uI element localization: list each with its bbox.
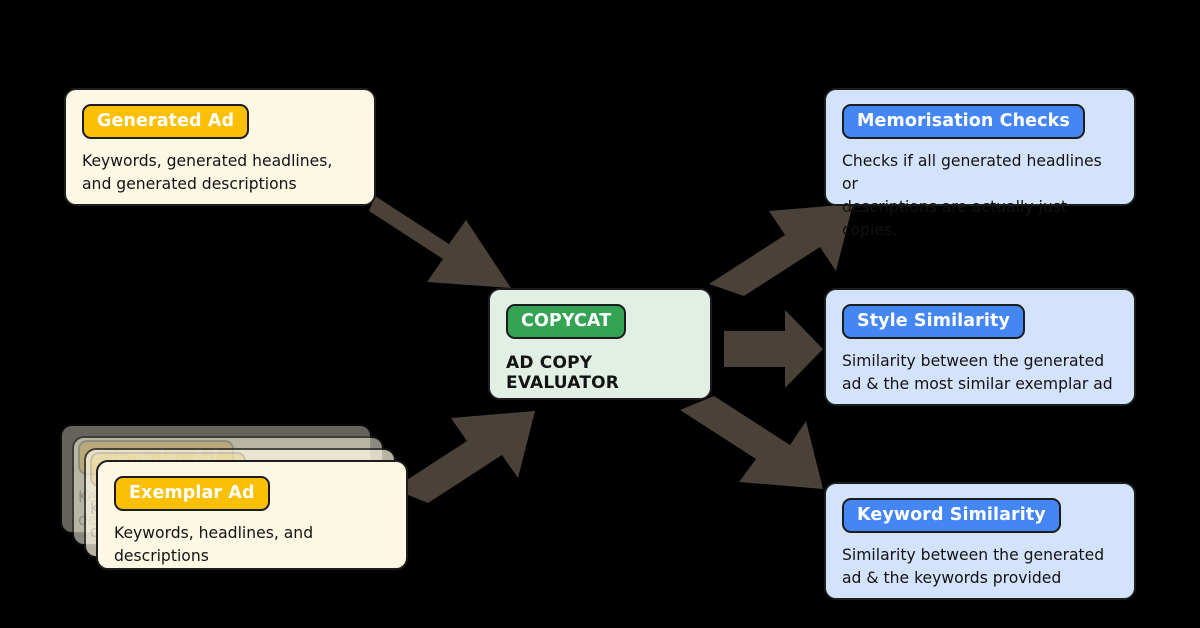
arrow-evaluator-to-memorisation-checks (709, 204, 853, 296)
generated-ad-description: Keywords, generated headlines, and gener… (82, 152, 333, 194)
generated-ad-badge: Generated Ad (82, 104, 250, 140)
generated-ad-card: Generated Ad Keywords, generated headlin… (64, 88, 376, 206)
arrow-evaluator-to-keyword-similarity (680, 396, 823, 489)
exemplar-ad-stack: Exemplar Ad Keywords, headlines, and des… (60, 424, 408, 604)
copycat-badge: COPYCAT (506, 304, 627, 340)
ad-copy-evaluator-title: AD COPY EVALUATOR (506, 353, 620, 394)
arrow-generated-ad-to-evaluator (369, 196, 511, 288)
memorisation-checks-description: Checks if all generated headlines or des… (842, 152, 1102, 240)
keyword-similarity-description: Similarity between the generated ad & th… (842, 546, 1105, 588)
style-similarity-description: Similarity between the generated ad & th… (842, 352, 1113, 394)
memorisation-checks-badge: Memorisation Checks (842, 104, 1085, 140)
exemplar-ad-badge: Exemplar Ad (114, 476, 270, 512)
style-similarity-badge: Style Similarity (842, 304, 1025, 340)
arrow-evaluator-to-style-similarity (724, 310, 823, 388)
diagram-canvas: Generated Ad Keywords, generated headlin… (0, 0, 1200, 628)
memorisation-checks-card: Memorisation Checks Checks if all genera… (824, 88, 1136, 239)
style-similarity-card: Style Similarity Similarity between the … (824, 288, 1136, 406)
keyword-similarity-card: Keyword Similarity Similarity between th… (824, 482, 1136, 600)
exemplar-ad-card: Exemplar Ad Keywords, headlines, and des… (96, 460, 408, 570)
exemplar-ad-description: Keywords, headlines, and descriptions (114, 524, 314, 566)
keyword-similarity-badge: Keyword Similarity (842, 498, 1061, 534)
arrow-exemplar-ad-to-evaluator (393, 411, 535, 503)
ad-copy-evaluator-card: COPYCAT AD COPY EVALUATOR (488, 288, 712, 400)
